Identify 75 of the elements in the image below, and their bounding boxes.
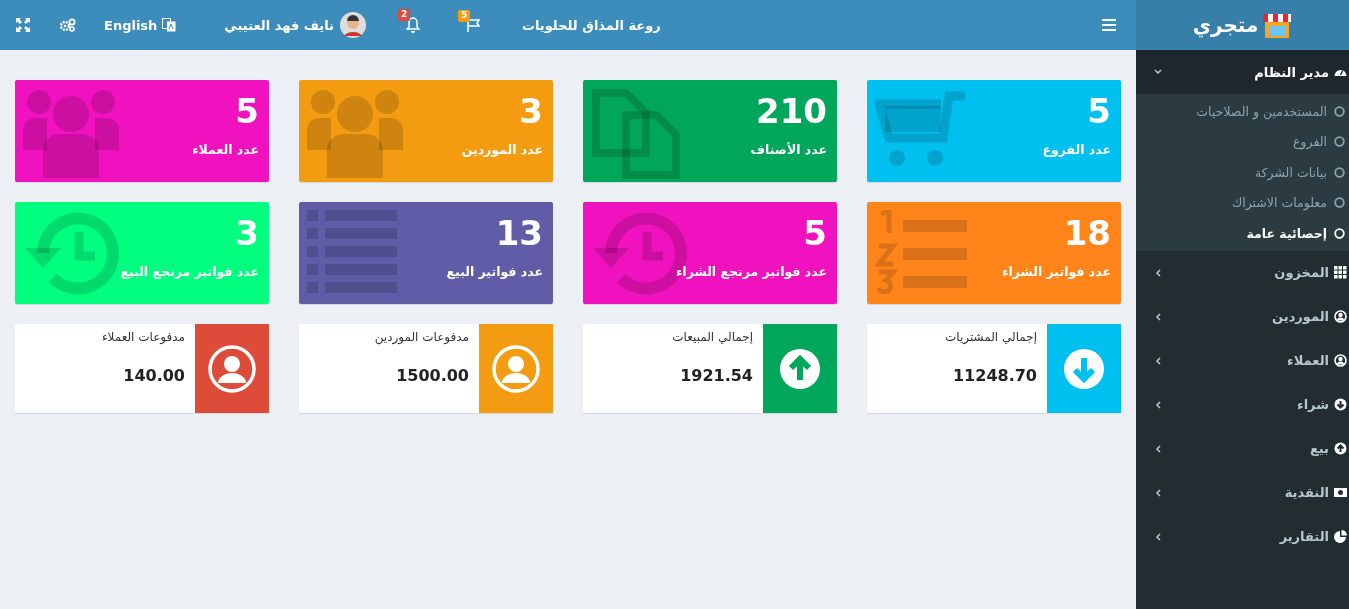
stat-value: 5 — [1087, 90, 1111, 132]
user-icon — [1334, 310, 1347, 323]
stat-value: 210 — [756, 90, 827, 132]
sidebar-item[interactable]: بيع — [1136, 426, 1349, 471]
pie-chart-icon — [1334, 530, 1347, 543]
shop-icon — [1262, 12, 1293, 38]
user-name[interactable]: نايف فهد العتيبي — [224, 17, 334, 33]
notification-badge: 5 — [457, 10, 471, 22]
submenu-item[interactable]: المستخدمين و الصلاحيات — [1136, 96, 1349, 127]
stat-label: عدد العملاء — [192, 142, 259, 157]
user-icon — [208, 344, 256, 393]
stat-label: عدد الفروع — [1042, 142, 1111, 157]
store-name: روعة المذاق للحلويات — [521, 17, 661, 33]
sidebar-item[interactable]: شراء — [1136, 382, 1349, 427]
stat-label: عدد فواتير الشراء — [1002, 264, 1111, 279]
stat-label: عدد الأصناف — [750, 142, 827, 157]
circle-icon — [1334, 166, 1345, 178]
chevron-icon — [1154, 532, 1162, 541]
submenu-item[interactable]: إحصائية عامة — [1136, 218, 1349, 249]
circle-icon — [1334, 105, 1345, 117]
chevron-icon — [1154, 68, 1162, 76]
circle-icon — [1334, 197, 1345, 209]
submenu-item[interactable]: بيانات الشركة — [1136, 157, 1349, 188]
chevron-icon — [1154, 444, 1162, 453]
numbered-list-icon — [875, 210, 967, 296]
arrow-up-icon — [780, 348, 820, 389]
submenu-item[interactable]: معلومات الاشتراك — [1136, 187, 1349, 218]
chevron-icon — [1154, 268, 1162, 277]
arrow-down-icon — [1064, 348, 1104, 389]
bell-icon[interactable] — [405, 17, 420, 33]
sidebar-item[interactable]: العملاء — [1136, 338, 1349, 383]
sidebar-item[interactable]: التقارير — [1136, 514, 1349, 559]
stat-label: عدد فواتير مرتجع الشراء — [676, 264, 827, 279]
stat-value: 5 — [803, 212, 827, 254]
files-icon — [591, 88, 681, 180]
user-icon — [492, 344, 540, 393]
translate-icon — [162, 18, 177, 32]
info-label: مدفوعات الموردين — [374, 330, 469, 344]
avatar-icon — [339, 12, 366, 38]
stat-label: عدد فواتير البيع — [446, 264, 543, 279]
grid-icon — [1334, 266, 1347, 279]
users-icon — [307, 88, 403, 178]
stat-value: 3 — [235, 212, 259, 254]
user-icon — [1334, 354, 1347, 367]
info-label: إجمالي المبيعات — [672, 330, 753, 344]
language-link[interactable]: English — [104, 17, 158, 33]
circle-icon — [1334, 136, 1345, 148]
sidebar-item[interactable]: النقدية — [1136, 470, 1349, 515]
users-icon — [23, 88, 119, 178]
info-label: إجمالي المشتريات — [945, 330, 1037, 344]
history-icon — [23, 210, 119, 296]
chevron-icon — [1154, 312, 1162, 321]
chevron-icon — [1154, 488, 1162, 497]
list-icon — [307, 210, 397, 296]
flag-icon[interactable] — [465, 18, 482, 32]
info-value: 1500.00 — [396, 366, 469, 385]
sidebar-item[interactable]: مدير النظام — [1136, 50, 1349, 94]
sidebar-item[interactable]: الموردين — [1136, 294, 1349, 339]
stat-value: 18 — [1063, 212, 1111, 254]
info-value: 140.00 — [123, 366, 185, 385]
stat-value: 5 — [235, 90, 259, 132]
chevron-icon — [1154, 400, 1162, 409]
notification-badge: 2 — [397, 9, 411, 21]
stat-label: عدد فواتير مرتجع البيع — [120, 264, 259, 279]
stat-value: 3 — [519, 90, 543, 132]
circle-icon — [1334, 227, 1345, 239]
sidebar-item[interactable]: المخزون — [1136, 250, 1349, 295]
submenu-item[interactable]: الفروع — [1136, 126, 1349, 157]
stat-value: 13 — [495, 212, 543, 254]
chevron-icon — [1154, 356, 1162, 365]
stat-label: عدد الموردين — [461, 142, 543, 157]
info-value: 11248.70 — [953, 366, 1037, 385]
info-label: مدفوعات العملاء — [101, 330, 185, 344]
brand-name: متجري — [1192, 13, 1259, 37]
info-value: 1921.54 — [680, 366, 753, 385]
